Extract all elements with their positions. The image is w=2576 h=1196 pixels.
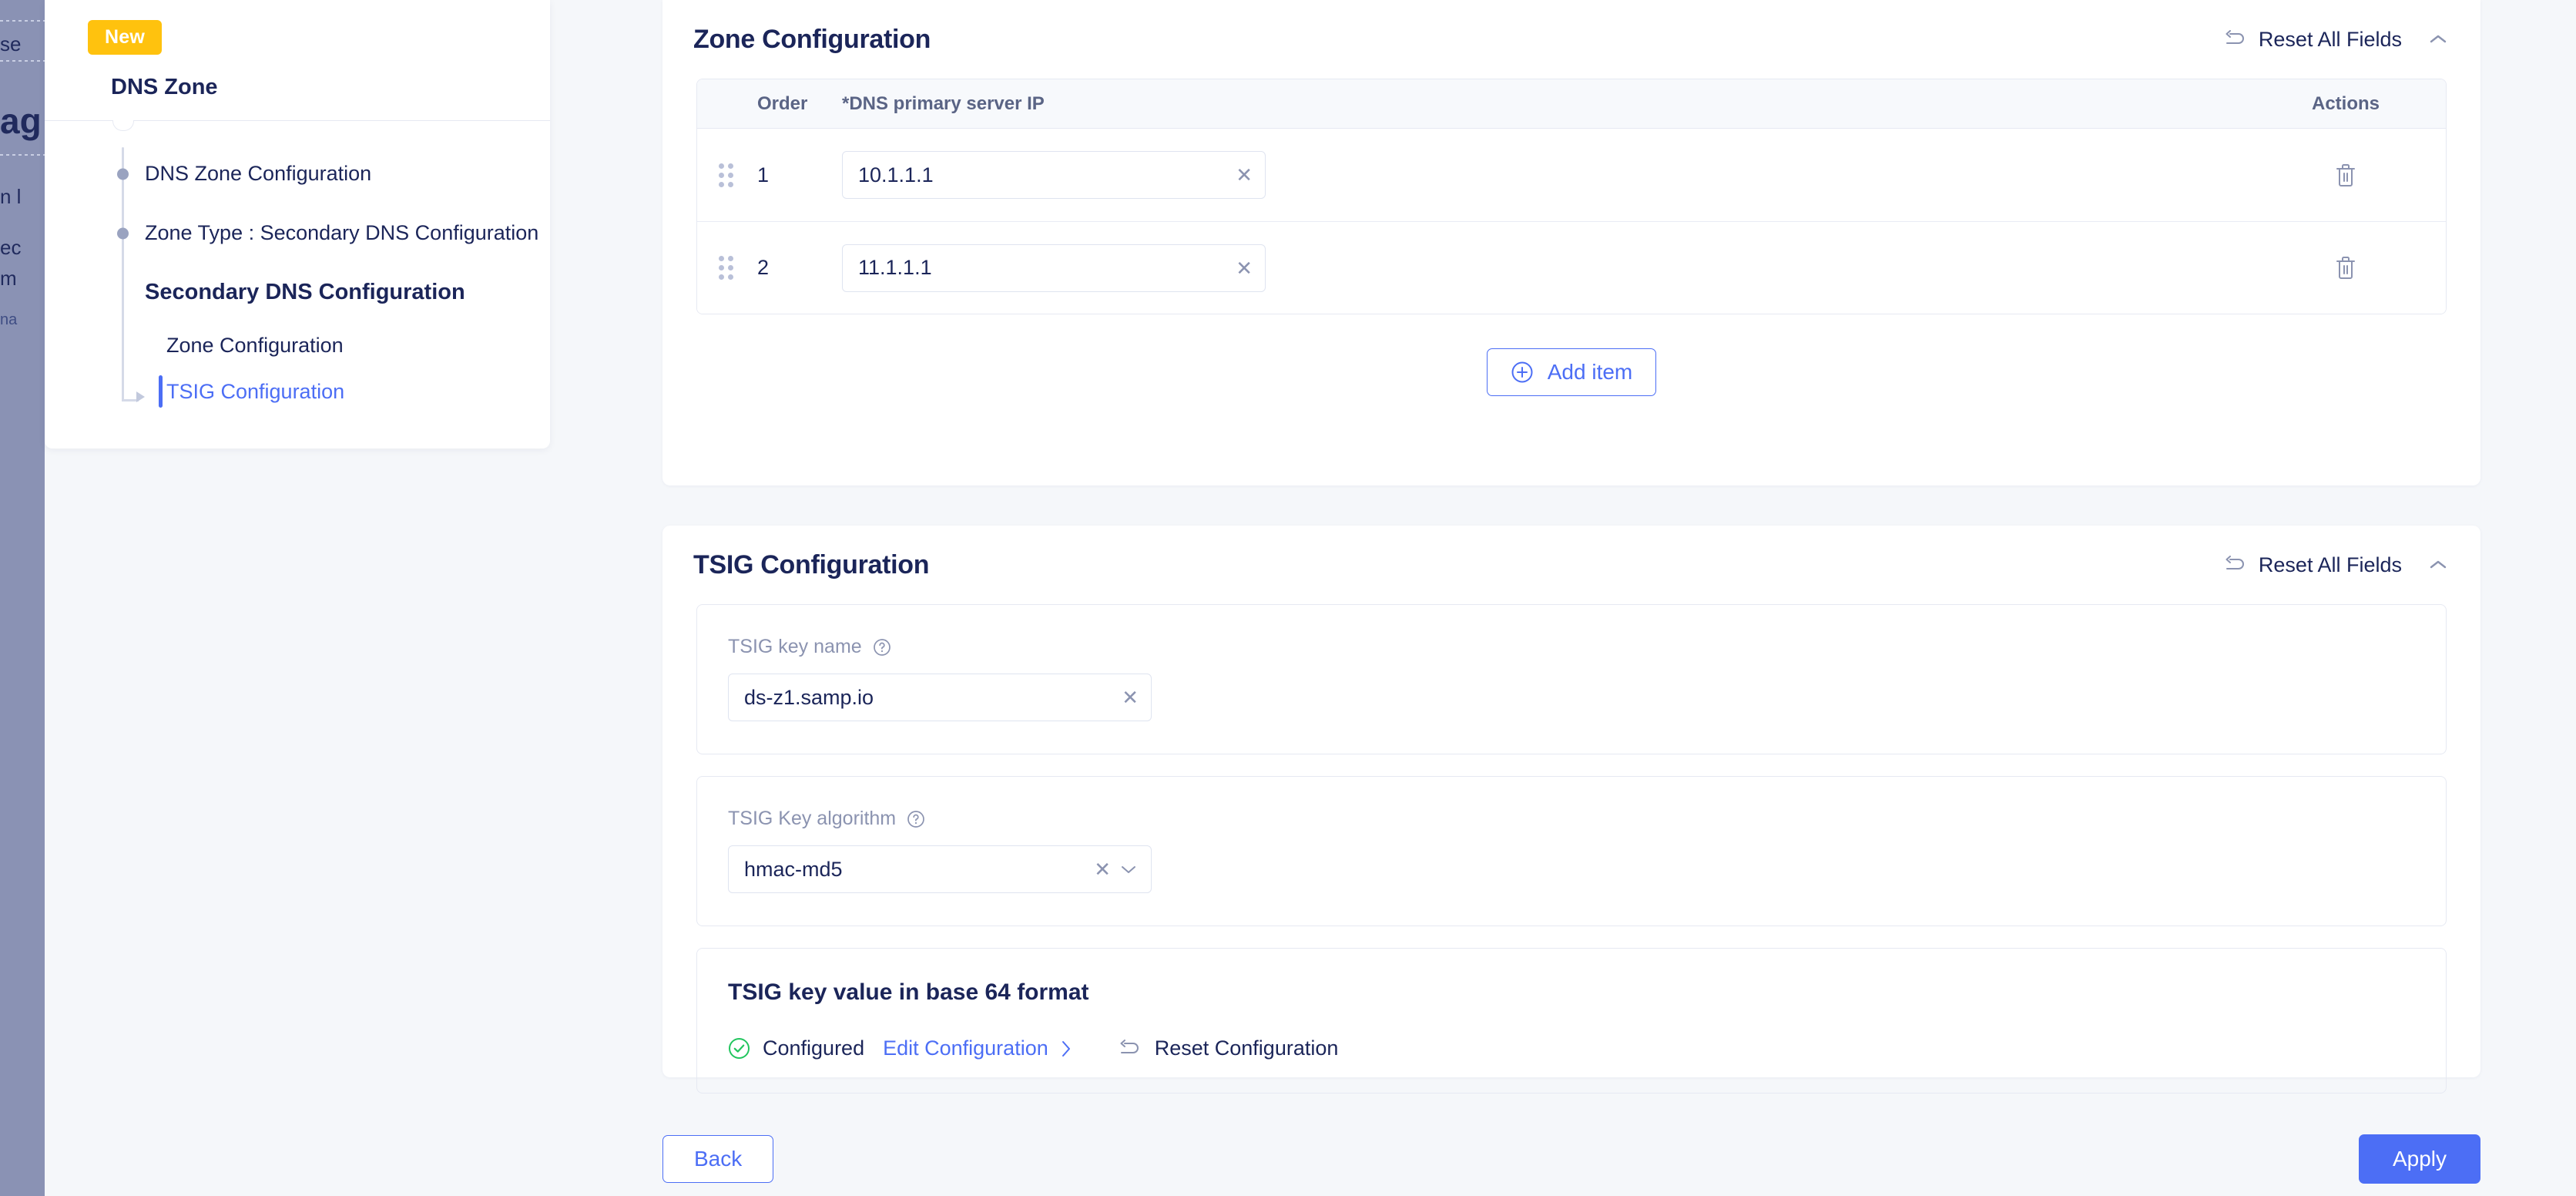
- edit-configuration-link[interactable]: Edit Configuration: [883, 1036, 1072, 1060]
- wizard-panel: New DNS Zone DNS Zone Configuration Zone…: [45, 0, 550, 448]
- reset-arrow-icon: [1120, 1039, 1139, 1053]
- column-header-dns-primary-server-ip: *DNS primary server IP: [842, 92, 1045, 114]
- wizard-step-label: Secondary DNS Configuration: [145, 280, 465, 304]
- close-icon[interactable]: ✕: [1122, 687, 1139, 707]
- add-item-row: Add item: [662, 348, 2480, 396]
- delete-row-button[interactable]: [2334, 163, 2357, 188]
- dns-primary-server-ip-input[interactable]: 11.1.1.1 ✕: [842, 244, 1266, 292]
- background-text-fragment: na: [0, 311, 18, 328]
- tsig-key-value-status-label: Configured: [763, 1036, 865, 1060]
- help-circle-icon[interactable]: [907, 810, 925, 828]
- close-icon[interactable]: ✕: [1236, 258, 1253, 278]
- tsig-key-name-input[interactable]: ds-z1.samp.io ✕: [728, 674, 1152, 721]
- tsig-configuration-card: TSIG Configuration Reset All Fields TSIG…: [662, 526, 2480, 1094]
- background-text-fragment: ag: [0, 101, 42, 141]
- table-row: 1 10.1.1.1 ✕: [697, 129, 2446, 221]
- dns-primary-server-table: Order *DNS primary server IP Actions 1 1…: [696, 79, 2447, 314]
- tsig-key-value-card: TSIG key value in base 64 format Configu…: [696, 948, 2447, 1094]
- tsig-key-name-field-card: TSIG key name ds-z1.samp.io ✕: [696, 604, 2447, 754]
- main-content: Zone Configuration Reset All Fields Orde…: [662, 0, 2480, 1094]
- zone-reset-all-fields-label: Reset All Fields: [2258, 27, 2402, 51]
- tsig-key-name-label-row: TSIG key name: [728, 636, 2415, 658]
- chevron-down-icon[interactable]: [1120, 864, 1137, 875]
- dns-primary-server-ip-value: 11.1.1.1: [858, 256, 932, 279]
- tsig-key-algorithm-select[interactable]: hmac-md5 ✕: [728, 845, 1152, 893]
- tsig-key-algorithm-label: TSIG Key algorithm: [728, 808, 897, 829]
- wizard-substep-label: Zone Configuration: [166, 333, 344, 357]
- tsig-reset-all-fields-button[interactable]: Reset All Fields: [2223, 553, 2402, 577]
- drag-handle-icon[interactable]: [719, 256, 733, 280]
- plus-circle-icon: [1511, 361, 1533, 383]
- close-icon[interactable]: ✕: [1236, 165, 1253, 185]
- tsig-key-value-status: Configured: [728, 1036, 864, 1060]
- zone-card-header: Zone Configuration Reset All Fields: [662, 0, 2480, 79]
- background-text-fragment: ec: [0, 236, 22, 259]
- zone-configuration-card: Zone Configuration Reset All Fields Orde…: [662, 0, 2480, 485]
- wizard-step-tree: DNS Zone Configuration Zone Type : Secon…: [45, 121, 550, 415]
- tsig-section-title: TSIG Configuration: [693, 549, 930, 580]
- wizard-step-secondary-dns-configuration[interactable]: Secondary DNS Configuration: [45, 263, 550, 322]
- back-button[interactable]: Back: [662, 1135, 774, 1183]
- table-header-row: Order *DNS primary server IP Actions: [697, 79, 2446, 129]
- drag-handle-icon[interactable]: [719, 163, 733, 187]
- add-item-button[interactable]: Add item: [1486, 348, 1657, 396]
- column-header-order: Order: [757, 92, 808, 114]
- wizard-step-dns-zone-configuration[interactable]: DNS Zone Configuration: [45, 144, 550, 203]
- check-circle-icon: [729, 1038, 750, 1059]
- column-header-actions: Actions: [2311, 92, 2380, 114]
- row-order-number: 1: [757, 163, 770, 186]
- chevron-right-icon: [1062, 1040, 1070, 1057]
- help-circle-icon[interactable]: [873, 638, 891, 657]
- zone-section-title: Zone Configuration: [693, 24, 931, 54]
- row-order-number: 2: [757, 256, 770, 279]
- add-item-label: Add item: [1547, 360, 1633, 384]
- reset-arrow-icon: [2225, 30, 2244, 44]
- edit-configuration-label: Edit Configuration: [883, 1036, 1048, 1060]
- wizard-substep-label: TSIG Configuration: [166, 379, 345, 403]
- dns-primary-server-ip-input[interactable]: 10.1.1.1 ✕: [842, 151, 1266, 199]
- close-icon[interactable]: ✕: [1094, 859, 1111, 879]
- reset-configuration-label: Reset Configuration: [1154, 1036, 1339, 1060]
- background-text-fragment: m: [0, 267, 17, 290]
- background-page: se ag n l ec m na: [0, 0, 45, 1196]
- chevron-up-icon[interactable]: [2428, 33, 2448, 45]
- bullet-icon: [117, 168, 129, 180]
- background-text-fragment: se: [0, 32, 22, 55]
- wizard-title: DNS Zone: [111, 75, 218, 99]
- wizard-substep-tsig-configuration[interactable]: TSIG Configuration: [45, 368, 550, 415]
- tsig-key-algorithm-value: hmac-md5: [744, 857, 843, 881]
- tsig-key-name-label: TSIG key name: [728, 636, 862, 657]
- reset-arrow-icon: [2225, 556, 2244, 569]
- footer-actions: Back Apply: [662, 1134, 2480, 1184]
- wizard-step-label: DNS Zone Configuration: [145, 162, 372, 185]
- reset-configuration-button[interactable]: Reset Configuration: [1118, 1036, 1339, 1060]
- dns-primary-server-ip-value: 10.1.1.1: [858, 163, 934, 186]
- zone-reset-all-fields-button[interactable]: Reset All Fields: [2223, 28, 2402, 52]
- tsig-key-algorithm-field-card: TSIG Key algorithm hmac-md5 ✕: [696, 776, 2447, 926]
- tsig-key-algorithm-label-row: TSIG Key algorithm: [728, 808, 2415, 830]
- tsig-key-value-status-row: Configured Edit Configuration Reset Conf…: [728, 1036, 2415, 1060]
- new-badge: New: [88, 20, 163, 55]
- chevron-up-icon[interactable]: [2428, 559, 2448, 571]
- table-row: 2 11.1.1.1 ✕: [697, 221, 2446, 314]
- wizard-substep-zone-configuration[interactable]: Zone Configuration: [45, 322, 550, 368]
- wizard-step-zone-type[interactable]: Zone Type : Secondary DNS Configuration: [45, 203, 550, 263]
- background-text-fragment: n l: [0, 185, 22, 208]
- bullet-icon: [117, 227, 129, 239]
- tsig-reset-all-fields-label: Reset All Fields: [2258, 553, 2402, 576]
- tsig-key-value-title: TSIG key value in base 64 format: [728, 979, 1089, 1005]
- tsig-card-header: TSIG Configuration Reset All Fields: [662, 526, 2480, 604]
- wizard-step-label: Zone Type : Secondary DNS Configuration: [145, 221, 539, 244]
- tsig-key-name-value: ds-z1.samp.io: [744, 685, 874, 709]
- apply-button[interactable]: Apply: [2358, 1134, 2480, 1184]
- delete-row-button[interactable]: [2334, 255, 2357, 281]
